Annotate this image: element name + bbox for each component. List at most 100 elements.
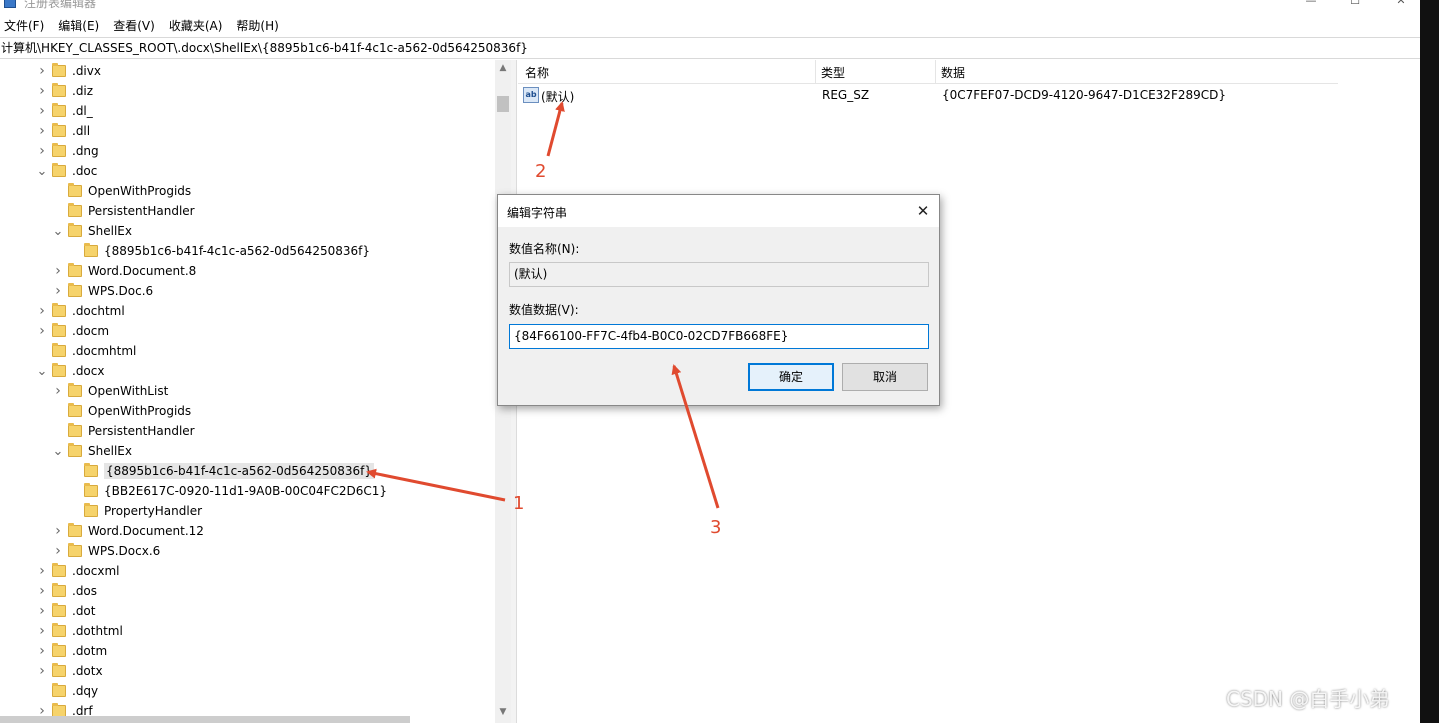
tree-item[interactable]: › .dll: [36, 121, 90, 141]
tree-item[interactable]: › .dochtml: [36, 301, 125, 321]
chevron-down-icon[interactable]: ⌄: [52, 221, 64, 241]
tree-item[interactable]: › WPS.Doc.6: [52, 281, 153, 301]
chevron-right-icon[interactable]: ›: [36, 101, 48, 121]
tree-item-label: .dochtml: [72, 304, 125, 318]
tree-item[interactable]: PersistentHandler: [52, 201, 195, 221]
tree-item[interactable]: ⌄ ShellEx: [52, 441, 132, 461]
tree-item[interactable]: › .docm: [36, 321, 109, 341]
menu-view[interactable]: 查看(V): [113, 17, 155, 34]
chevron-right-icon[interactable]: ›: [52, 261, 64, 281]
tree-item[interactable]: {8895b1c6-b41f-4c1c-a562-0d564250836f}: [68, 241, 370, 261]
chevron-down-icon[interactable]: ⌄: [36, 161, 48, 181]
folder-icon: [68, 443, 82, 457]
chevron-right-icon[interactable]: ›: [36, 81, 48, 101]
chevron-right-icon[interactable]: ›: [36, 321, 48, 341]
tree-item[interactable]: PersistentHandler: [52, 421, 195, 441]
scroll-down-arrow-icon[interactable]: ▼: [495, 704, 511, 720]
scroll-thumb[interactable]: [497, 96, 509, 112]
tree-item[interactable]: .docmhtml: [36, 341, 136, 361]
tree-item[interactable]: › .dotm: [36, 641, 107, 661]
chevron-right-icon[interactable]: ›: [36, 621, 48, 641]
tree-item[interactable]: › .docxml: [36, 561, 120, 581]
window-title: 注册表编辑器: [24, 0, 97, 10]
tree-item[interactable]: › .dng: [36, 141, 99, 161]
maximize-button[interactable]: ☐: [1348, 0, 1362, 7]
column-header-type[interactable]: 类型: [821, 64, 845, 81]
tree-item[interactable]: ⌄ .doc: [36, 161, 97, 181]
chevron-right-icon[interactable]: ›: [52, 541, 64, 561]
tree-item[interactable]: {8895b1c6-b41f-4c1c-a562-0d564250836f}: [68, 461, 374, 481]
tree-item[interactable]: › .divx: [36, 61, 101, 81]
column-header-data[interactable]: 数据: [941, 64, 965, 81]
column-divider[interactable]: [815, 60, 816, 84]
chevron-right-icon[interactable]: ›: [36, 661, 48, 681]
tree-item[interactable]: › .dl_: [36, 101, 93, 121]
regedit-app-icon: [4, 0, 16, 8]
tree-item[interactable]: ⌄ ShellEx: [52, 221, 132, 241]
tree-item[interactable]: PropertyHandler: [68, 501, 202, 521]
chevron-right-icon[interactable]: ›: [36, 561, 48, 581]
folder-icon: [68, 283, 82, 297]
column-header-name[interactable]: 名称: [525, 64, 549, 81]
chevron-right-icon[interactable]: ›: [36, 641, 48, 661]
tree-item[interactable]: › WPS.Docx.6: [52, 541, 160, 561]
tree-item-label: .docxml: [72, 564, 120, 578]
chevron-right-icon[interactable]: ›: [36, 301, 48, 321]
tree-item-label: ShellEx: [88, 444, 132, 458]
tree-item[interactable]: › Word.Document.12: [52, 521, 204, 541]
tree-item[interactable]: {BB2E617C-0920-11d1-9A0B-00C04FC2D6C1}: [68, 481, 387, 501]
tree-item[interactable]: › OpenWithList: [52, 381, 168, 401]
chevron-right-icon[interactable]: ›: [36, 141, 48, 161]
tree-item[interactable]: OpenWithProgids: [52, 401, 191, 421]
value-name-field: (默认): [509, 262, 929, 287]
chevron-right-icon[interactable]: ›: [52, 381, 64, 401]
tree-item[interactable]: › .dot: [36, 601, 95, 621]
cancel-button[interactable]: 取消: [842, 363, 928, 391]
menu-help[interactable]: 帮助(H): [236, 17, 278, 34]
minimize-button[interactable]: —: [1304, 0, 1318, 7]
folder-icon: [52, 103, 66, 117]
chevron-right-icon[interactable]: ›: [52, 521, 64, 541]
tree-item-label: OpenWithProgids: [88, 404, 192, 418]
chevron-down-icon[interactable]: ⌄: [36, 361, 48, 381]
tree-item-label: .divx: [72, 64, 101, 78]
chevron-right-icon[interactable]: ›: [36, 581, 48, 601]
chevron-right-icon[interactable]: ›: [36, 61, 48, 81]
menu-edit[interactable]: 编辑(E): [58, 17, 99, 34]
ok-button[interactable]: 确定: [748, 363, 834, 391]
dialog-title: 编辑字符串: [507, 206, 568, 220]
folder-icon: [52, 83, 66, 97]
tree-item[interactable]: .dqy: [36, 681, 98, 701]
chevron-right-icon[interactable]: ›: [52, 281, 64, 301]
close-button[interactable]: ✕: [1394, 0, 1408, 7]
annotation-label-3: 3: [710, 517, 722, 538]
chevron-right-icon[interactable]: ›: [36, 601, 48, 621]
tree-item-label: Word.Document.8: [88, 264, 197, 278]
tree-item[interactable]: › Word.Document.8: [52, 261, 196, 281]
horizontal-scrollbar[interactable]: [0, 716, 410, 723]
tree-item-label: .dotm: [72, 644, 108, 658]
tree-item-label: WPS.Docx.6: [88, 544, 161, 558]
folder-icon: [68, 403, 82, 417]
tree-item[interactable]: › .dos: [36, 581, 97, 601]
menu-favorites[interactable]: 收藏夹(A): [169, 17, 223, 34]
tree-item[interactable]: OpenWithProgids: [52, 181, 191, 201]
tree-item-label: OpenWithList: [88, 384, 169, 398]
dialog-close-icon[interactable]: ✕: [913, 201, 933, 221]
value-row-default[interactable]: ab (默认) REG_SZ {0C7FEF07-DCD9-4120-9647-…: [518, 86, 1338, 106]
chevron-down-icon[interactable]: ⌄: [52, 441, 64, 461]
menu-file[interactable]: 文件(F): [4, 17, 44, 34]
chevron-right-icon[interactable]: ›: [36, 121, 48, 141]
address-bar[interactable]: 计算机\HKEY_CLASSES_ROOT\.docx\ShellEx\{889…: [0, 37, 1420, 59]
tree-item[interactable]: › .diz: [36, 81, 93, 101]
scroll-up-arrow-icon[interactable]: ▲: [495, 60, 511, 76]
folder-icon: [52, 343, 66, 357]
title-bar: 注册表编辑器 — ☐ ✕: [0, 0, 1420, 12]
value-data-input[interactable]: {84F66100-FF7C-4fb4-B0C0-02CD7FB668FE}: [509, 324, 929, 349]
column-divider[interactable]: [935, 60, 936, 84]
tree-item[interactable]: ⌄ .docx: [36, 361, 104, 381]
tree-item-label: .docmhtml: [72, 344, 137, 358]
tree-item[interactable]: › .dotx: [36, 661, 103, 681]
tree-item[interactable]: › .dothtml: [36, 621, 123, 641]
